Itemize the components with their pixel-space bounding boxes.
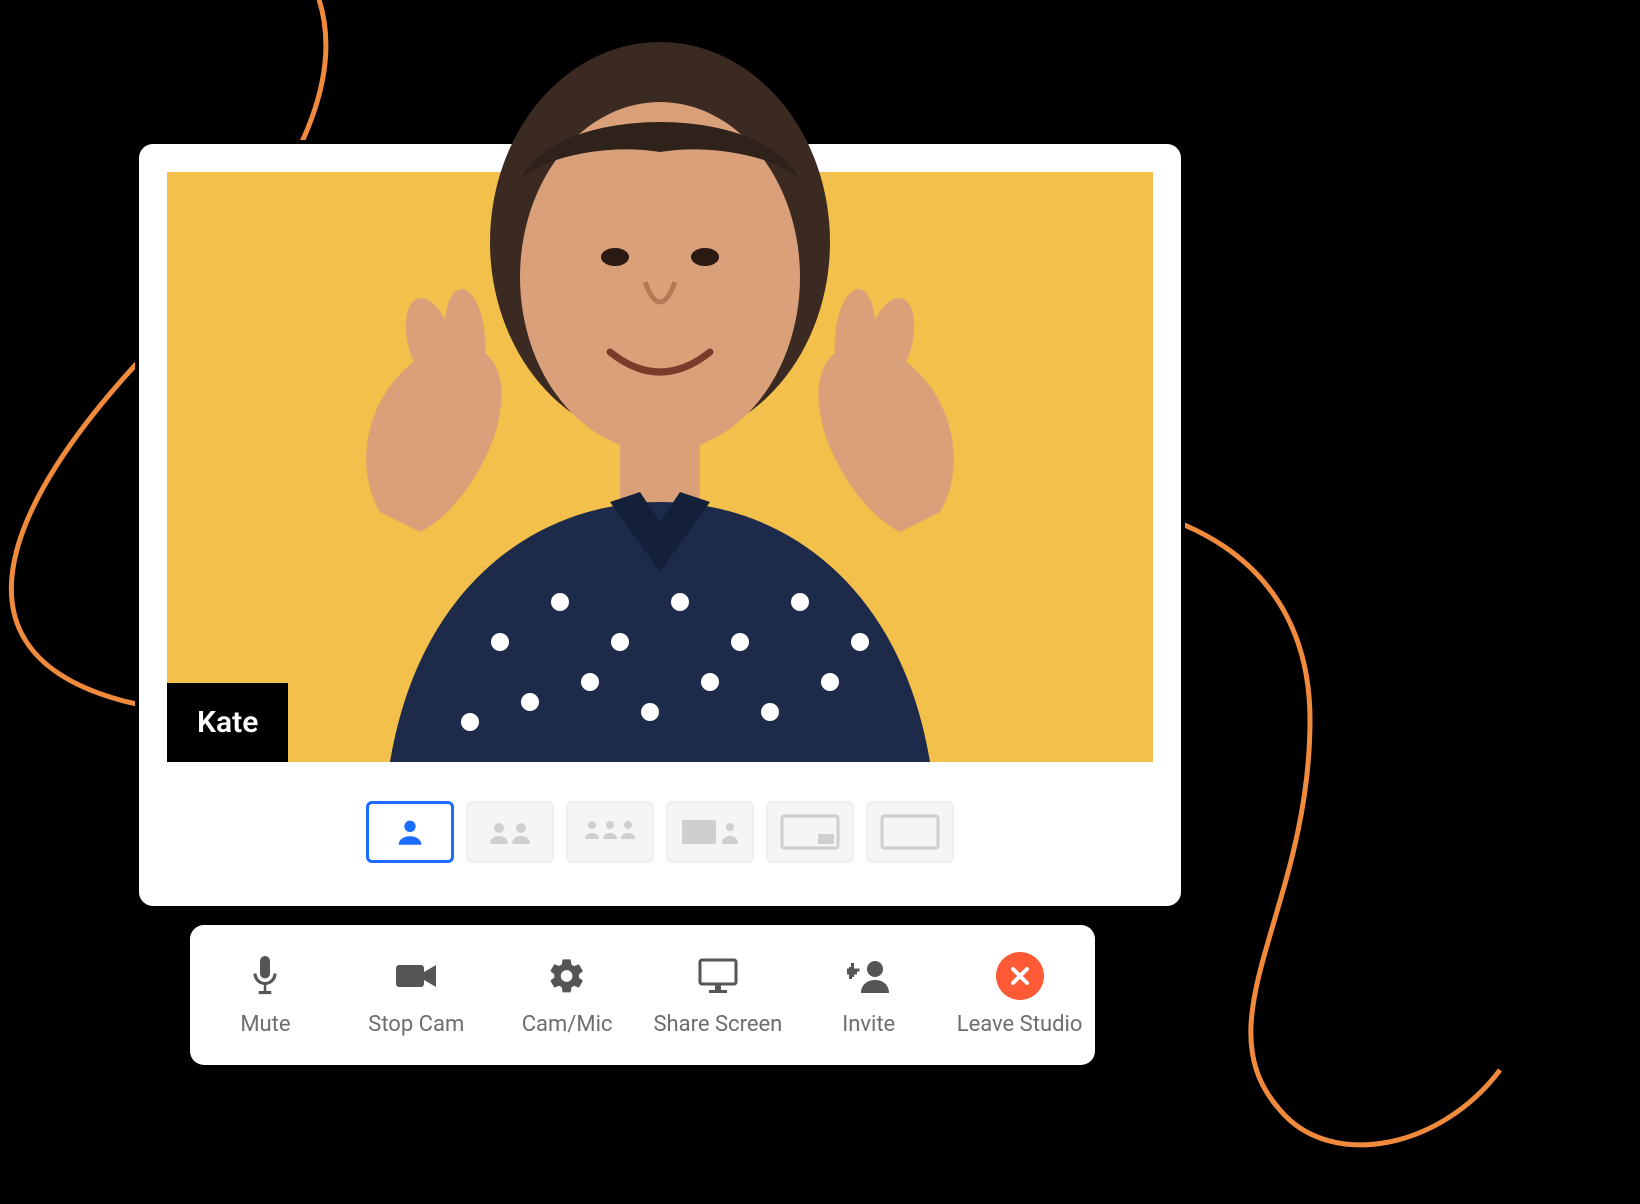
participant-name: Kate <box>197 705 258 740</box>
layout-option-speaker-side[interactable] <box>666 801 754 863</box>
layout-selector <box>167 762 1153 878</box>
video-feed: Kate <box>167 172 1153 762</box>
stop-cam-button[interactable]: Stop Cam <box>341 925 492 1065</box>
layout-option-solo[interactable] <box>366 801 454 863</box>
participant-illustration <box>250 42 1070 762</box>
gear-icon <box>547 954 587 998</box>
monitor-icon <box>697 954 739 998</box>
layout-option-pip[interactable] <box>766 801 854 863</box>
close-icon <box>996 954 1044 998</box>
layout-option-two-up[interactable] <box>466 801 554 863</box>
leave-studio-button[interactable]: Leave Studio <box>944 925 1095 1065</box>
camera-icon <box>394 954 438 998</box>
layout-option-grid-3[interactable] <box>566 801 654 863</box>
share-screen-button[interactable]: Share Screen <box>642 925 793 1065</box>
cam-mic-label: Cam/Mic <box>522 1012 613 1037</box>
add-person-icon <box>847 954 891 998</box>
share-screen-label: Share Screen <box>653 1012 782 1037</box>
mute-button[interactable]: Mute <box>190 925 341 1065</box>
mute-label: Mute <box>240 1012 290 1037</box>
microphone-icon <box>250 954 280 998</box>
cam-mic-settings-button[interactable]: Cam/Mic <box>492 925 643 1065</box>
layout-option-blank[interactable] <box>866 801 954 863</box>
participant-name-tag: Kate <box>167 683 288 762</box>
invite-button[interactable]: Invite <box>793 925 944 1065</box>
control-toolbar: Mute Stop Cam Cam/Mic Share Screen <box>190 925 1095 1065</box>
invite-label: Invite <box>842 1012 895 1037</box>
leave-label: Leave Studio <box>957 1012 1083 1037</box>
stop-cam-label: Stop Cam <box>368 1012 464 1037</box>
studio-window: Kate <box>135 140 1185 910</box>
